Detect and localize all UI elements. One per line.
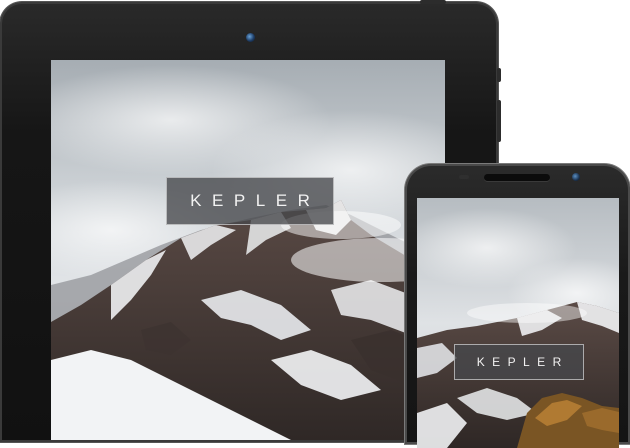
mountain-landscape-image [51, 60, 445, 440]
app-title-box: KEPLER [166, 177, 334, 225]
tablet-volume-button [497, 100, 501, 142]
mountain-landscape-image [417, 198, 619, 448]
phone-device: KEPLER [405, 164, 630, 448]
camera-icon [572, 173, 580, 181]
app-title-text: KEPLER [190, 191, 321, 210]
proximity-sensor [459, 175, 469, 179]
app-title-box: KEPLER [454, 344, 584, 380]
tablet-screen: KEPLER [51, 60, 445, 440]
phone-screen: KEPLER [417, 198, 619, 448]
speaker-grille [484, 174, 550, 181]
app-title-text: KEPLER [476, 355, 569, 369]
tablet-side-button [497, 68, 501, 82]
tablet-power-button [420, 0, 446, 4]
camera-icon [246, 33, 255, 42]
